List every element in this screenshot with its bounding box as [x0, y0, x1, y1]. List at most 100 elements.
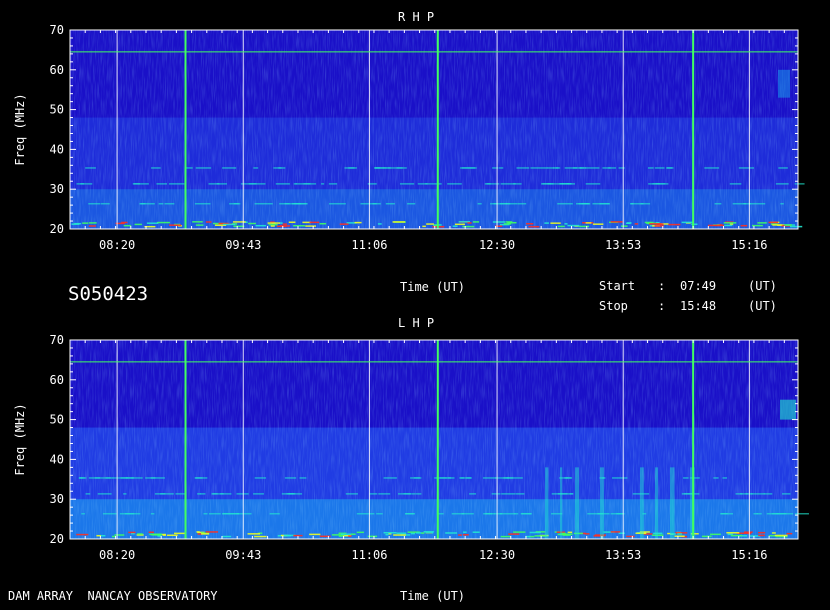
interference-streak [151, 167, 161, 169]
interference-streak [374, 167, 381, 169]
burst-column [545, 467, 549, 539]
burst-column [640, 467, 644, 539]
interference-streak [417, 183, 428, 185]
interference-streak [493, 513, 503, 515]
interference-streak [345, 493, 358, 495]
emission-speck [268, 223, 278, 226]
emission-speck [422, 225, 426, 228]
spectrogram-noise [70, 340, 798, 539]
emission-speck [618, 532, 625, 534]
x-tick-label: 15:16 [731, 238, 767, 252]
emission-speck [205, 531, 219, 533]
start-separator: : [658, 279, 666, 293]
emission-speck [410, 532, 416, 535]
stop-label: Stop [599, 299, 628, 313]
x-tick-label: 08:20 [99, 548, 135, 562]
interference-streak [372, 203, 381, 205]
emission-speck [462, 225, 475, 228]
emission-speck [789, 225, 803, 228]
emission-speck [454, 223, 465, 226]
interference-streak [194, 203, 211, 205]
interference-streak [253, 167, 259, 169]
emission-speck [564, 223, 568, 225]
interference-streak [253, 493, 264, 495]
interference-streak [795, 513, 809, 515]
interference-streak [195, 477, 203, 479]
interference-streak [505, 203, 518, 205]
interference-streak [102, 513, 117, 515]
interference-streak [378, 493, 391, 495]
emission-speck [567, 531, 573, 534]
interference-streak [439, 477, 455, 479]
interference-streak [513, 183, 522, 185]
interference-streak [407, 203, 416, 205]
emission-speck [492, 221, 506, 223]
emission-speck [500, 535, 512, 538]
emission-speck [286, 534, 292, 537]
interference-streak [732, 203, 747, 205]
emission-speck [192, 221, 203, 223]
emission-speck [385, 533, 389, 536]
observation-id: S050423 [68, 283, 149, 305]
emission-speck [88, 222, 97, 224]
x-tick-label: 15:16 [731, 548, 767, 562]
emission-speck [222, 223, 236, 226]
interference-streak [248, 183, 257, 185]
emission-speck [757, 222, 767, 224]
interference-streak [404, 513, 415, 515]
emission-speck [167, 534, 178, 537]
interference-streak [491, 493, 501, 495]
interference-streak [579, 167, 586, 169]
interference-streak [97, 493, 112, 495]
lhp-x-axis-label: Time (UT) [400, 589, 466, 603]
emission-speck [338, 535, 343, 537]
emission-speck [674, 535, 685, 537]
interference-streak [530, 167, 548, 169]
rhp-panel: 08:20 09:43 11:06 12:30 13:53 15:16 20 30 40 50 60… [13, 23, 805, 252]
emission-speck [681, 221, 694, 224]
emission-speck [508, 533, 520, 535]
emission-speck [282, 223, 288, 225]
emission-speck [772, 224, 783, 226]
emission-speck [557, 225, 565, 228]
emission-speck [784, 224, 792, 226]
interference-streak [356, 513, 369, 515]
interference-streak [482, 477, 497, 479]
interference-streak [278, 167, 286, 169]
interference-streak [557, 203, 573, 205]
emission-speck [254, 535, 267, 538]
emission-speck [123, 224, 132, 227]
emission-speck [592, 223, 604, 225]
interference-streak [267, 203, 273, 205]
emission-speck [76, 533, 89, 536]
y-tick-label: 60 [50, 373, 64, 387]
emission-speck [156, 221, 170, 224]
emission-speck [774, 534, 788, 537]
interference-streak [288, 493, 294, 495]
interference-streak [562, 183, 572, 185]
interference-streak [749, 203, 766, 205]
footer-credit: DAM ARRAY NANCAY OBSERVATORY [8, 589, 218, 603]
interference-streak [348, 167, 357, 169]
emission-speck [544, 222, 549, 224]
burst-column [575, 467, 580, 539]
emission-speck [462, 534, 469, 536]
interference-streak [299, 477, 307, 479]
emission-speck [354, 221, 362, 224]
interference-streak [547, 183, 564, 185]
interference-streak [477, 203, 482, 205]
emission-speck [222, 535, 232, 538]
emission-speck [472, 221, 480, 223]
interference-streak [328, 183, 338, 185]
emission-speck [195, 224, 204, 226]
interference-streak [156, 183, 168, 185]
emission-speck [134, 223, 142, 226]
emission-speck [162, 534, 167, 536]
interference-streak [612, 477, 628, 479]
emission-speck [467, 222, 472, 224]
interference-streak [269, 513, 280, 515]
emission-speck [585, 222, 592, 224]
emission-speck [610, 531, 621, 533]
emission-speck [526, 223, 534, 225]
emission-speck [148, 531, 155, 533]
